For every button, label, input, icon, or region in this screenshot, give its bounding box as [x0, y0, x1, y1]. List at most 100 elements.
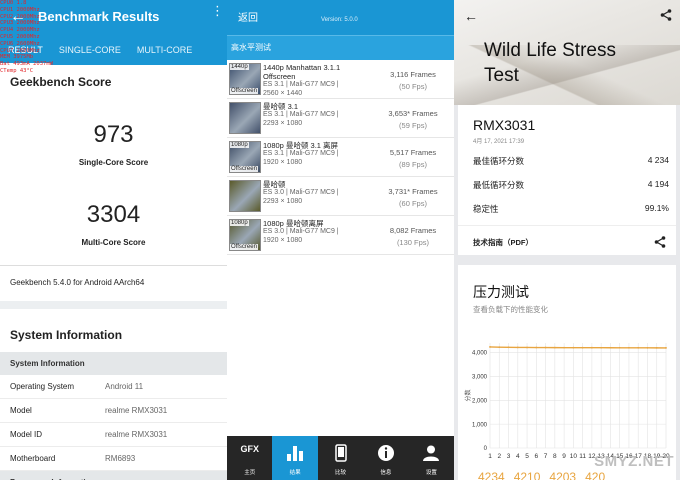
x-tick-label: 5 — [525, 453, 529, 460]
score-point — [498, 346, 501, 349]
overlay-line: CPU2 2000Mhz — [0, 13, 40, 20]
score-point — [544, 346, 547, 349]
x-tick-label: 8 — [553, 453, 557, 460]
test-fps: (89 Fps) — [399, 160, 427, 169]
test-result-row[interactable]: 1080p Offscreen 1080p 曼哈顿 3.1 离屏 ES 3.1 | M… — [227, 138, 454, 177]
test-api: ES 3.1 | Mali-G77 MC9 | — [263, 150, 339, 157]
section-gap — [0, 301, 227, 309]
thumbnail-offscreen-tag: Offscreen — [230, 88, 258, 94]
test-resolution: 2560 × 1440 — [263, 90, 303, 97]
nav-item-2[interactable]: 比较 — [318, 436, 363, 480]
loop-score: 420 — [585, 470, 606, 480]
thumbnail-resolution-tag: 1080p — [230, 142, 249, 148]
score-point — [590, 346, 593, 349]
overlay-line: CPU1 2000Mhz — [0, 6, 40, 13]
best-loop-row: 最佳循环分数 4 234 — [473, 155, 669, 167]
score-point — [665, 347, 667, 349]
nav-label: 信息 — [380, 470, 392, 476]
score-point — [618, 346, 621, 349]
info-key: Model ID — [10, 430, 43, 439]
phone-icon — [334, 444, 347, 464]
info-value: realme RMX3031 — [105, 430, 168, 439]
test-resolution: 1920 × 1080 — [263, 159, 303, 166]
x-tick-label: 7 — [544, 453, 548, 460]
info-row: Model realme RMX3031 — [0, 399, 227, 423]
system-information-title: System Information — [10, 328, 123, 342]
single-core-score: 973 — [93, 121, 134, 148]
info-value: realme RMX3031 — [105, 406, 168, 415]
system-information-subhead: System Information — [0, 352, 227, 375]
score-point — [600, 346, 603, 349]
info-icon — [377, 444, 395, 464]
thumbnail-offscreen-tag: Offscreen — [230, 244, 258, 250]
test-name: 1080p 曼哈顿 3.1 离屏 — [263, 141, 339, 150]
technical-guide-link[interactable]: 技术指南（PDF） — [473, 237, 533, 248]
gfx-logo-icon: GFX — [240, 444, 259, 454]
test-thumbnail: 1440p Offscreen — [229, 63, 261, 95]
system-info-rows: Operating System Android 11 Model realme RM… — [0, 375, 227, 471]
watermark: SMYZ.NET — [594, 453, 674, 470]
x-tick-label: 2 — [497, 453, 501, 460]
test-frames: 3,731* Frames — [388, 187, 438, 196]
test-frames: 5,517 Frames — [389, 148, 437, 157]
score-point — [526, 346, 528, 349]
info-key: Model — [10, 406, 32, 415]
nav-item-3[interactable]: 信息 — [363, 436, 408, 480]
test-result-row[interactable]: 曼哈顿 ES 3.0 | Mali-G77 MC9 | 2293 × 1080 3,7… — [227, 177, 454, 216]
score-point — [637, 346, 640, 349]
share-icon[interactable] — [654, 235, 666, 253]
high-level-tests-header: 高水平测试 — [227, 35, 454, 60]
stress-test-subtitle: 查看负载下的性能变化 — [473, 305, 548, 314]
info-row: Motherboard RM6893 — [0, 447, 227, 471]
overlay-line: CPU3 2000Mhz — [0, 20, 40, 27]
y-tick-label: 2,000 — [472, 398, 488, 404]
test-result-row[interactable]: 1080p Offscreen 1080p 曼哈顿离屏 ES 3.0 | Mali-G… — [227, 216, 454, 255]
more-options-icon[interactable]: ⋮ — [211, 4, 224, 17]
test-thumbnail: 1080p Offscreen — [229, 219, 261, 251]
geekbench-app-bar: CPU0 1.8 CPU1 2000Mhz CPU2 2000Mhz CPU3 200… — [0, 0, 227, 74]
stress-test-title: 压力测试 — [473, 284, 529, 300]
nav-label: 比较 — [335, 470, 347, 476]
nav-label: 主页 — [244, 470, 256, 476]
result-card: RMX3031 4月 17, 2021 17:39 最佳循环分数 4 234 最… — [458, 105, 676, 255]
test-result-row[interactable]: 曼哈顿 3.1 ES 3.1 | Mali-G77 MC9 | 2293 × 108… — [227, 99, 454, 138]
version-text: Geekbench 5.4.0 for Android AArch64 — [10, 278, 145, 287]
y-tick-label: 0 — [484, 446, 488, 452]
test-resolution: 2293 × 1080 — [263, 120, 303, 127]
gfxbench-panel: 返回 Version: 5.0.0 高水平测试 1440p Offscreen 14… — [227, 0, 454, 480]
y-tick-label: 1,000 — [472, 422, 488, 428]
single-core-block: 973 Single-Core Score — [0, 121, 227, 167]
overlay-line: CPU7 2600Mhz — [0, 47, 40, 54]
x-tick-label: 11 — [579, 453, 586, 460]
overlay-line: CPU5 2000Mhz — [0, 33, 40, 40]
3dmark-panel: ← Wild Life Stress Test RMX3031 4月 17, 2… — [454, 0, 680, 480]
info-row: Operating System Android 11 — [0, 375, 227, 399]
nav-label: 结果 — [289, 470, 301, 476]
test-api: ES 3.1 | Mali-G77 MC9 | — [263, 81, 339, 88]
back-arrow-icon[interactable]: ← — [464, 8, 478, 24]
share-icon[interactable] — [660, 8, 672, 26]
score-point — [507, 346, 510, 349]
x-tick-label: 4 — [516, 453, 520, 460]
nav-item-4[interactable]: 设置 — [409, 436, 454, 480]
score-point — [572, 346, 575, 349]
info-key: Motherboard — [10, 454, 56, 463]
back-button[interactable]: 返回 — [238, 9, 258, 24]
tab-multi-core[interactable]: MULTI-CORE — [129, 40, 200, 65]
y-axis-label: 分数 — [464, 389, 472, 401]
nav-item-1[interactable]: 结果 — [272, 436, 318, 480]
test-thumbnail: 1080p Offscreen — [229, 141, 261, 173]
version-label: Version: 5.0.0 — [321, 17, 358, 23]
nav-item-0[interactable]: GFX 主页 — [227, 436, 272, 480]
lowest-loop-label: 最低循环分数 — [473, 180, 525, 190]
test-fps: (59 Fps) — [399, 121, 427, 130]
score-point — [609, 346, 612, 349]
stability-value: 99.1% — [644, 203, 669, 213]
stability-row: 稳定性 99.1% — [473, 203, 669, 215]
overlay-line: CPU0 1.8 — [0, 0, 27, 6]
test-resolution: 1920 × 1080 — [263, 237, 303, 244]
best-loop-label: 最佳循环分数 — [473, 156, 525, 166]
overlay-line: CTemp 43°C — [0, 67, 34, 74]
x-tick-label: 6 — [535, 453, 539, 460]
test-result-row[interactable]: 1440p Offscreen 1440p Manhattan 3.1.1 Offs… — [227, 60, 454, 99]
